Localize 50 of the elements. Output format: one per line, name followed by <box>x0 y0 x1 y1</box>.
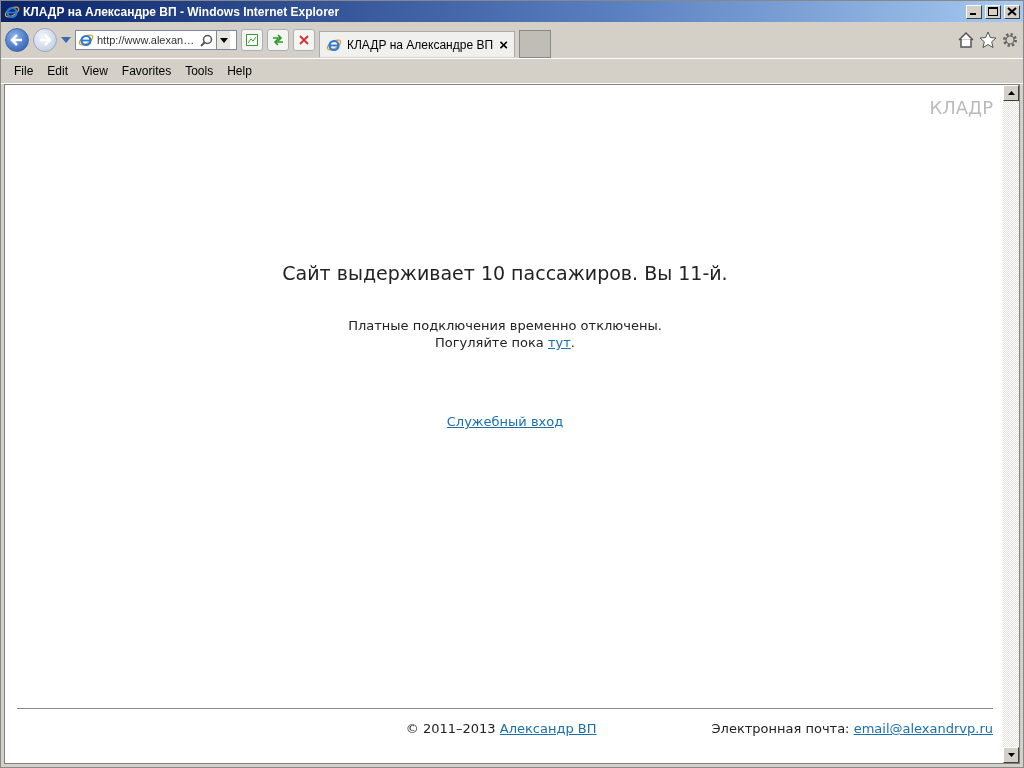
compatibility-button[interactable] <box>241 29 263 51</box>
notice-text: Платные подключения временно отключены. <box>347 318 663 333</box>
right-arrow-icon <box>38 34 52 46</box>
close-icon <box>299 35 309 45</box>
back-button[interactable] <box>5 28 29 52</box>
tab-title: КЛАДР на Александре ВП <box>347 37 495 52</box>
page-icon <box>245 33 259 47</box>
service-login-link[interactable]: Служебный вход <box>446 414 564 429</box>
browser-tab[interactable]: КЛАДР на Александре ВП × <box>319 31 515 57</box>
email-label: Электронная почта: <box>711 721 851 736</box>
minimize-button[interactable] <box>966 4 982 19</box>
email-link[interactable]: email@alexandrvp.ru <box>853 721 993 736</box>
window-title: КЛАДР на Александре ВП - Windows Internet Explorer <box>23 4 341 19</box>
star-icon[interactable] <box>979 31 997 49</box>
stop-button[interactable] <box>293 29 315 51</box>
refresh-button[interactable] <box>267 29 289 51</box>
scroll-up-button[interactable] <box>1003 85 1019 101</box>
page-heading: Сайт выдерживает 10 пассажиров. Вы 11-й. <box>281 262 729 284</box>
scrollbar[interactable] <box>1003 85 1019 763</box>
menu-item[interactable]: Favorites <box>114 64 179 78</box>
author-link[interactable]: Александр ВП <box>499 721 597 736</box>
site-logo: КЛАДР <box>929 97 993 118</box>
menu-item[interactable]: Tools <box>178 64 221 78</box>
refresh-arrows-icon <box>271 33 285 47</box>
menu-item[interactable]: Edit <box>40 64 76 78</box>
search-icon <box>200 33 213 47</box>
address-field[interactable]: http://www.alexan… <box>97 34 197 46</box>
close-icon <box>1007 7 1017 16</box>
dropdown-caret-icon[interactable] <box>61 37 71 43</box>
period-text: . <box>570 335 575 350</box>
copyright-text: © 2011–2013 <box>405 721 497 736</box>
maximize-icon <box>988 7 998 16</box>
address-bar[interactable]: http://www.alexan… <box>75 30 237 50</box>
maximize-button[interactable] <box>985 4 1001 19</box>
ie-page-icon <box>78 32 94 48</box>
menu-item[interactable]: Help <box>220 64 259 78</box>
address-dropdown-button[interactable] <box>216 31 230 49</box>
caret-icon <box>219 37 228 43</box>
scroll-down-button[interactable] <box>1003 747 1019 763</box>
left-arrow-icon <box>10 34 24 46</box>
down-arrow-icon <box>1007 753 1015 757</box>
walk-text: Погуляйте пока <box>435 335 545 350</box>
menu-item[interactable]: View <box>75 64 115 78</box>
home-icon[interactable] <box>957 31 975 49</box>
close-button[interactable] <box>1004 4 1020 19</box>
up-arrow-icon <box>1007 91 1015 95</box>
menu-item[interactable]: File <box>7 64 41 78</box>
tab-close-button[interactable]: × <box>499 36 508 53</box>
here-link[interactable]: тут <box>547 335 571 350</box>
settings-icon[interactable] <box>1001 31 1019 49</box>
